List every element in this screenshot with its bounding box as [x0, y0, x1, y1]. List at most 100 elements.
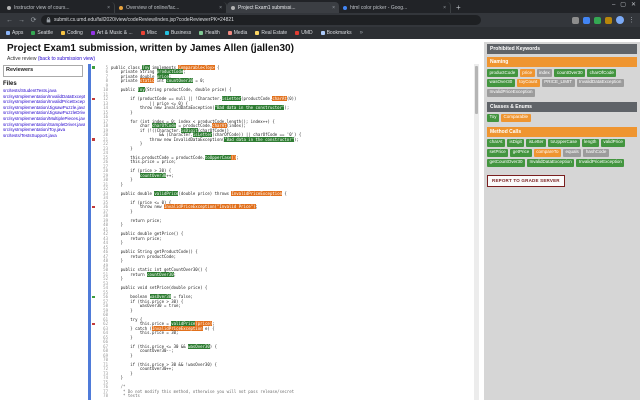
- code-editor[interactable]: 5 public class Toy implements Comparable<…: [88, 64, 474, 400]
- bookmark-item[interactable]: Apps: [6, 30, 23, 36]
- code-segment: ;: [183, 69, 186, 75]
- keyword-chip[interactable]: compareTo: [533, 148, 562, 157]
- keyword-chip[interactable]: InvalidPriceException: [576, 158, 625, 167]
- browser-tab[interactable]: html color picker - Goog... ×: [339, 2, 451, 13]
- minimize-button[interactable]: –: [612, 2, 615, 9]
- keyword-chip[interactable]: wasOver30: [487, 78, 515, 87]
- bookmark-item[interactable]: Media: [227, 30, 248, 36]
- file-list: src/tests/StudentTests.java src/sysImplem…: [3, 88, 85, 138]
- code-text: }: [111, 146, 132, 151]
- url-input[interactable]: submit.cs.umd.edu/fall2020/view/codeRevi…: [41, 15, 481, 25]
- line-number[interactable]: 78: [95, 393, 108, 398]
- bookmark-item[interactable]: Coding: [60, 30, 83, 36]
- keyword-chip[interactable]: isDigit: [507, 138, 525, 147]
- bookmark-item[interactable]: Health: [199, 30, 220, 36]
- code-text: public void setPrice(double price) {: [111, 285, 208, 290]
- code-text: }: [111, 353, 132, 358]
- keyword-chip[interactable]: price: [519, 69, 535, 77]
- keyword-chip[interactable]: getPrice: [510, 148, 532, 157]
- keyword-chip[interactable]: charOfCode: [587, 69, 617, 77]
- tab-close-icon[interactable]: ×: [443, 5, 446, 11]
- forward-icon[interactable]: →: [17, 17, 26, 24]
- keyword-chip[interactable]: length: [581, 138, 599, 147]
- code-scrollbar[interactable]: [474, 64, 479, 400]
- keyword-chip[interactable]: Comparable: [501, 113, 531, 122]
- keyword-chip[interactable]: PRICE_LIMIT: [541, 78, 575, 87]
- extension-icon[interactable]: [572, 16, 579, 24]
- tab-label: Project Exam1 submissi...: [238, 4, 296, 11]
- keyword-chip[interactable]: productCode: [487, 69, 518, 77]
- file-link[interactable]: src/sysImplementation/InvalidPriceExcept…: [3, 99, 85, 105]
- extension-icon[interactable]: [605, 16, 612, 24]
- profile-avatar[interactable]: [616, 16, 624, 24]
- bookmarks-overflow-icon[interactable]: »: [360, 30, 363, 36]
- keyword-chip[interactable]: equals: [563, 148, 582, 157]
- keyword-chip[interactable]: index: [536, 69, 553, 77]
- bookmark-item[interactable]: Seattle: [31, 30, 53, 36]
- keyword-chip[interactable]: toyCount: [516, 78, 540, 87]
- code-segment: ;: [236, 154, 239, 160]
- report-to-grade-server-button[interactable]: REPORT TO GRADE SERVER: [487, 174, 565, 187]
- browser-tab[interactable]: Project Exam1 submissi... ×: [227, 2, 339, 13]
- maximize-button[interactable]: ▢: [620, 2, 626, 9]
- bookmark-label: Art & Music & ...: [96, 30, 133, 36]
- code-segment: int: [154, 78, 167, 84]
- keyword-chip[interactable]: getCountOver30: [487, 158, 526, 167]
- keyword-chip[interactable]: countOver30: [554, 69, 586, 77]
- code-text: }: [111, 110, 132, 115]
- back-to-submission-link[interactable]: (back to submission view): [38, 56, 95, 62]
- bookmark-item[interactable]: Business: [164, 30, 191, 36]
- bookmark-item[interactable]: Misc: [140, 30, 157, 36]
- browser-tab[interactable]: Overview of online/fac... ×: [115, 2, 227, 13]
- keyword-chip[interactable]: toUpperCase: [548, 138, 580, 147]
- reload-icon[interactable]: ⟳: [29, 16, 38, 24]
- lock-icon: [46, 17, 51, 23]
- bookmark-item[interactable]: UMD: [295, 30, 313, 36]
- file-link[interactable]: src/tests/TestsSupport.java: [3, 133, 85, 139]
- keyword-chip[interactable]: InvalidDataException: [527, 158, 575, 167]
- bookmark-label: Real Estate: [261, 30, 288, 36]
- extension-icon[interactable]: [594, 16, 601, 24]
- keyword-chip[interactable]: hashCode: [583, 148, 609, 157]
- keyword-chip[interactable]: Toy: [487, 113, 500, 122]
- extension-icon[interactable]: [583, 16, 590, 24]
- tab-close-icon[interactable]: ×: [219, 5, 222, 11]
- tab-close-icon[interactable]: ×: [107, 5, 110, 11]
- keyword-chip[interactable]: setPrice: [487, 148, 509, 157]
- code-text: public Toy(String productCode, double pr…: [111, 87, 231, 93]
- browser-menu-icon[interactable]: ⋮: [628, 16, 635, 24]
- code-segment: private: [111, 78, 140, 84]
- code-segment: {: [214, 64, 220, 70]
- bookmark-item[interactable]: Art & Music & ...: [90, 30, 133, 36]
- bookmark-item[interactable]: Real Estate: [255, 30, 287, 36]
- code-segment: e) {: [202, 325, 215, 331]
- tab-favicon-icon: [231, 5, 235, 10]
- code-segment: (index);: [226, 123, 246, 129]
- code-scrollbar-thumb[interactable]: [475, 66, 478, 114]
- keyword-chip[interactable]: validPrice: [600, 138, 626, 147]
- highlight-green: toUpperCase: [204, 154, 232, 160]
- highlight-orange: InvalidPriceException: [231, 190, 283, 196]
- back-icon[interactable]: ←: [5, 17, 14, 24]
- code-segment: );: [294, 136, 299, 142]
- tab-close-icon[interactable]: ×: [332, 5, 335, 11]
- highlight-green: countOver30: [139, 172, 167, 178]
- code-segment: (0)): [286, 96, 297, 102]
- keyword-chip[interactable]: charAt: [487, 138, 506, 147]
- bookmark-favicon-icon: [227, 31, 232, 35]
- file-link[interactable]: src/sysImplementation/MultiplePieces.jav…: [3, 116, 85, 122]
- browser-tab[interactable]: Instructor view of cours... ×: [3, 2, 115, 13]
- keyword-chip[interactable]: isLetter: [526, 138, 547, 147]
- bookmark-item[interactable]: Bookmarks: [320, 30, 352, 36]
- code-segment: }: [111, 222, 124, 228]
- close-button[interactable]: ✕: [631, 2, 636, 9]
- keyword-chip[interactable]: InvalidPriceException: [487, 88, 536, 97]
- keyword-chip[interactable]: InvalidDataException: [576, 78, 624, 87]
- code-segment: }: [111, 334, 133, 340]
- highlight-green: wasOver30: [188, 343, 210, 349]
- bookmarks-bar: Apps Seattle Coding Art & Music & ... Misc Bu…: [0, 27, 640, 39]
- url-text: submit.cs.umd.edu/fall2020/view/codeRevi…: [54, 17, 234, 23]
- code-segment: (double price) throws: [178, 190, 232, 196]
- bookmark-label: Media: [233, 30, 248, 36]
- new-tab-button[interactable]: +: [456, 2, 461, 13]
